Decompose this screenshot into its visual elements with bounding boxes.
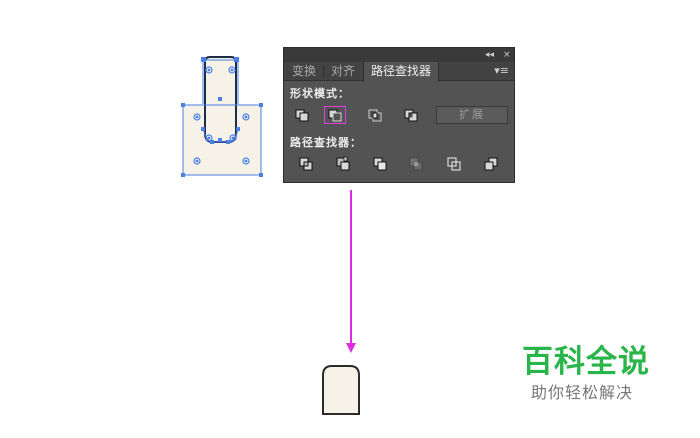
panel-titlebar[interactable]: ◂◂ × <box>284 48 514 62</box>
crop-icon <box>409 157 423 171</box>
merge-button[interactable] <box>369 155 391 173</box>
minus-back-icon <box>484 157 498 171</box>
unite-button[interactable] <box>291 106 313 124</box>
result-arrow <box>346 190 356 353</box>
exclude-icon <box>404 109 418 122</box>
pathfinder-panel: ◂◂ × 变换 对齐 路径查找器 ▾≡ 形状模式： 扩展 路径查找器： <box>283 47 515 183</box>
exclude-button[interactable] <box>400 106 422 124</box>
trim-icon <box>336 156 350 171</box>
collapse-icon[interactable]: ◂◂ <box>485 49 494 61</box>
intersect-icon <box>368 109 382 122</box>
tab-pathfinder[interactable]: 路径查找器 <box>363 62 439 82</box>
minus-back-button[interactable] <box>480 155 502 173</box>
tab-transform[interactable]: 变换 <box>286 62 322 81</box>
panel-menu-icon[interactable]: ▾≡ <box>494 63 509 79</box>
watermark-title: 百科全说 <box>522 344 650 380</box>
divide-icon <box>299 157 313 171</box>
minus-front-icon <box>328 109 342 122</box>
outline-icon <box>447 157 461 171</box>
shape-modes-label: 形状模式： <box>290 87 350 100</box>
intersect-button[interactable] <box>364 106 386 124</box>
minus-front-button[interactable] <box>324 106 346 124</box>
panel-tabbar: 变换 对齐 路径查找器 ▾≡ <box>284 62 514 82</box>
divide-button[interactable] <box>295 155 317 173</box>
watermark-subtitle: 助你轻松解决 <box>531 383 634 402</box>
merge-icon <box>373 157 387 171</box>
result-shape[interactable] <box>322 365 360 415</box>
pathfinders-label: 路径查找器： <box>290 136 362 149</box>
crop-button[interactable] <box>405 155 427 173</box>
close-icon[interactable]: × <box>503 49 511 61</box>
trim-button[interactable] <box>332 155 354 173</box>
expand-button[interactable]: 扩展 <box>436 106 508 124</box>
unite-icon <box>295 109 309 122</box>
outline-button[interactable] <box>443 155 465 173</box>
selected-shapes[interactable] <box>181 56 263 177</box>
tab-align[interactable]: 对齐 <box>325 62 361 81</box>
